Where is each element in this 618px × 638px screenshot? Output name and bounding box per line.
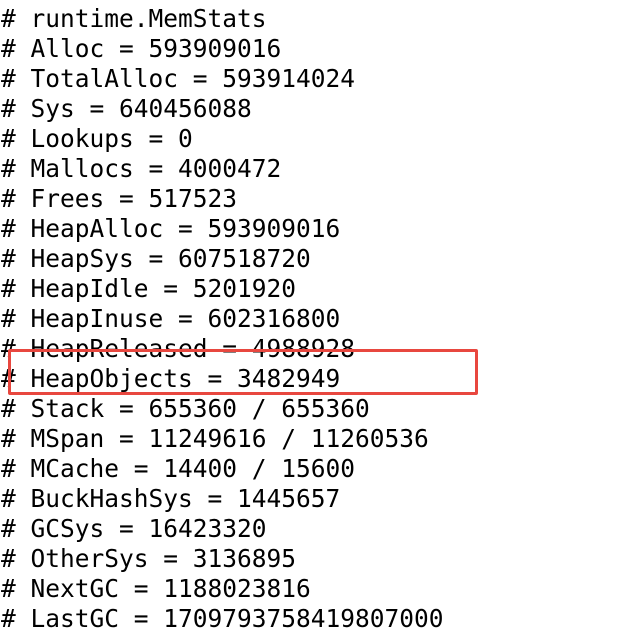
memstat-frees: # Frees = 517523 — [1, 184, 238, 213]
memstat-heap-idle: # HeapIdle = 5201920 — [1, 274, 297, 303]
terminal-output: # runtime.MemStats # Alloc = 593909016 #… — [0, 0, 618, 638]
memstat-buck-hash-sys: # BuckHashSys = 1445657 — [1, 484, 341, 513]
memstat-stack: # Stack = 655360 / 655360 — [1, 394, 370, 423]
memstat-heap-alloc: # HeapAlloc = 593909016 — [1, 214, 341, 243]
memstat-heap-inuse: # HeapInuse = 602316800 — [1, 304, 341, 333]
memstat-alloc: # Alloc = 593909016 — [1, 34, 282, 63]
memstat-next-gc: # NextGC = 1188023816 — [1, 574, 311, 603]
memstat-total-alloc: # TotalAlloc = 593914024 — [1, 64, 356, 93]
memstat-mallocs: # Mallocs = 4000472 — [1, 154, 282, 183]
memstat-last-gc: # LastGC = 1709793758419807000 — [1, 604, 444, 633]
memstat-heap-objects: # HeapObjects = 3482949 — [1, 364, 341, 393]
memstat-heap-released: # HeapReleased = 4988928 — [1, 334, 356, 363]
memstat-mspan: # MSpan = 11249616 / 11260536 — [1, 424, 429, 453]
memstat-other-sys: # OtherSys = 3136895 — [1, 544, 297, 573]
memstat-heap-sys: # HeapSys = 607518720 — [1, 244, 311, 273]
memstat-sys: # Sys = 640456088 — [1, 94, 252, 123]
memstats-list: # runtime.MemStats # Alloc = 593909016 #… — [0, 4, 618, 634]
memstat-gc-sys: # GCSys = 16423320 — [1, 514, 267, 543]
memstat-mcache: # MCache = 14400 / 15600 — [1, 454, 356, 483]
memstat-lookups: # Lookups = 0 — [1, 124, 193, 153]
memstats-header: # runtime.MemStats — [1, 4, 267, 33]
